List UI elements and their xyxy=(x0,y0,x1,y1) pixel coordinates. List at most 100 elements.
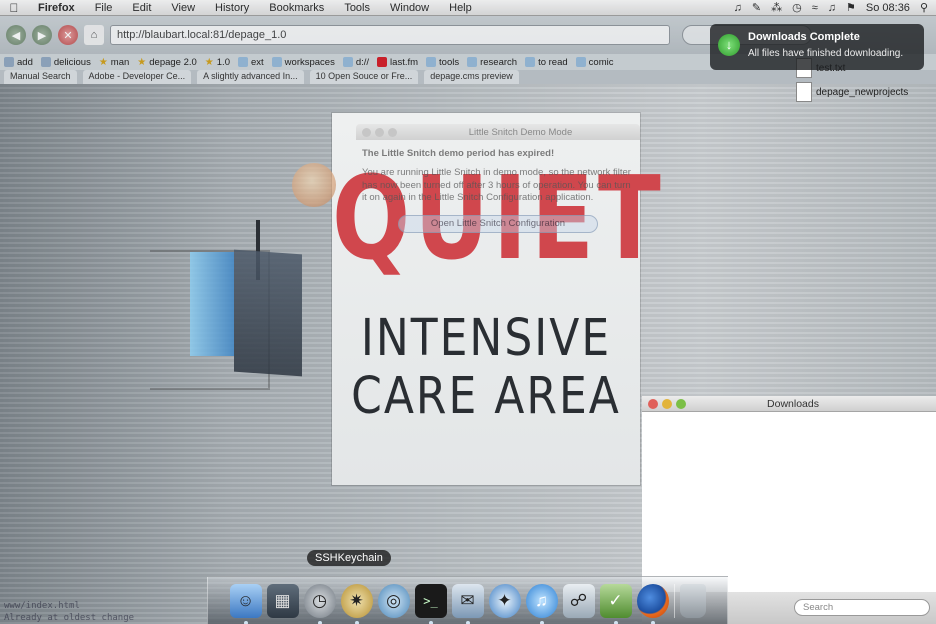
flag-icon[interactable]: ⚑ xyxy=(846,1,856,14)
menu-view[interactable]: View xyxy=(161,2,205,14)
bookmark-label: d:// xyxy=(355,56,370,68)
firefox-icon[interactable] xyxy=(636,583,669,624)
dialog-titlebar: Little Snitch Demo Mode xyxy=(356,124,640,140)
bookmark-label: add xyxy=(17,56,33,68)
notification-message: All files have finished downloading. xyxy=(748,48,904,59)
tab-open-source[interactable]: 10 Open Souce or Fre... xyxy=(309,70,419,84)
bluetooth-icon[interactable]: ⁂ xyxy=(771,1,782,14)
folder-icon xyxy=(467,57,478,67)
back-button[interactable]: ◀ xyxy=(6,25,26,45)
menu-tools[interactable]: Tools xyxy=(334,2,380,14)
document-icon xyxy=(796,82,812,102)
downloads-titlebar: Downloads xyxy=(642,396,936,412)
zoom-icon[interactable] xyxy=(388,127,397,137)
tab-manual-search[interactable]: Manual Search xyxy=(4,70,77,84)
bookmark-d[interactable]: d:// xyxy=(342,56,370,68)
star-icon: ★ xyxy=(98,56,108,68)
star-icon: ★ xyxy=(137,56,147,68)
checkmark-icon xyxy=(4,57,14,67)
apple-menu-icon[interactable]:  xyxy=(0,1,28,15)
terminal-icon[interactable]: >_ xyxy=(414,583,447,624)
menu-history[interactable]: History xyxy=(205,2,259,14)
zoom-icon[interactable] xyxy=(676,398,686,409)
bookmark-research[interactable]: research xyxy=(467,57,517,68)
bookmark-man[interactable]: ★ man xyxy=(99,57,129,68)
dashboard-icon[interactable]: ▦ xyxy=(266,583,299,618)
bookmark-to-read[interactable]: to read xyxy=(525,57,568,68)
dialog-message: You are running Little Snitch in demo mo… xyxy=(362,166,631,204)
finder-icon[interactable]: ☺ xyxy=(229,583,262,624)
home-button[interactable]: ⌂ xyxy=(84,25,104,45)
open-configuration-button[interactable]: Open Little Snitch Configuration xyxy=(398,215,598,234)
stop-button[interactable]: ✕ xyxy=(58,25,78,45)
bookmark-lastfm[interactable]: last.fm xyxy=(377,57,418,68)
trash-icon[interactable] xyxy=(679,583,706,618)
forward-button[interactable]: ▶ xyxy=(32,25,52,45)
close-icon[interactable] xyxy=(362,127,371,137)
mail-icon[interactable]: ✉ xyxy=(451,583,484,624)
folder-icon xyxy=(426,57,437,67)
spotlight-icon[interactable]: ⚲ xyxy=(920,1,928,14)
cube-face-light xyxy=(190,252,234,356)
disk-icon[interactable]: ◎ xyxy=(377,583,410,618)
bookmark-label: to read xyxy=(538,56,568,68)
desktop-file-depage-newprojects[interactable]: depage_newprojects xyxy=(796,82,908,102)
download-arrow-icon: ↓ xyxy=(718,34,740,56)
bookmark-ext[interactable]: ext xyxy=(237,56,264,68)
bookmark-depage-2[interactable]: ★ depage 2.0 xyxy=(137,57,197,68)
bookmark-label: ext xyxy=(250,56,264,68)
bookmark-delicious[interactable]: delicious xyxy=(40,56,91,68)
volume-icon[interactable]: ♫ xyxy=(828,2,836,14)
bookmark-tools[interactable]: tools xyxy=(426,57,459,68)
bookmark-comic[interactable]: comic xyxy=(575,56,614,68)
little-snitch-dialog: Little Snitch Demo Mode The Little Snitc… xyxy=(356,124,640,274)
bookmark-workspaces[interactable]: workspaces xyxy=(271,56,335,68)
bookmark-add[interactable]: add xyxy=(4,57,33,68)
time-machine-icon[interactable]: ◷ xyxy=(303,583,336,624)
bookmark-1-0[interactable]: ★ 1.0 xyxy=(205,57,230,68)
bookmark-label: comic xyxy=(588,56,614,68)
textmate-icon[interactable]: ✓ xyxy=(599,583,632,624)
url-bar[interactable]: http://blaubart.local:81/depage_1.0 xyxy=(110,25,670,45)
time-machine-menu-icon[interactable]: ◷ xyxy=(792,1,802,14)
download-notification[interactable]: ↓ Downloads Complete All files have fini… xyxy=(710,24,924,70)
bookmark-label: last.fm xyxy=(390,56,419,68)
sshkeychain-icon[interactable]: ✷ xyxy=(340,583,373,624)
downloads-search-input[interactable]: Search xyxy=(794,599,930,616)
menu-bar:  Firefox File Edit View History Bookmar… xyxy=(0,0,936,16)
script-icon[interactable]: ✎ xyxy=(752,1,761,14)
dialog-body: The Little Snitch demo period has expire… xyxy=(356,140,640,241)
menu-bookmarks[interactable]: Bookmarks xyxy=(259,2,334,14)
dock-separator xyxy=(673,583,675,618)
tab-advanced[interactable]: A slightly advanced In... xyxy=(197,70,304,84)
tab-depage-preview[interactable]: depage.cms preview xyxy=(424,70,519,84)
cube-face-dark xyxy=(234,249,302,377)
dock: ☺ ▦ ◷ ✷ ◎ >_ ✉ ✦ ♫ ☍ ✓ xyxy=(207,576,728,624)
menu-help[interactable]: Help xyxy=(439,2,482,14)
preview-icon[interactable]: ☍ xyxy=(562,583,595,618)
bookmark-label: delicious xyxy=(53,56,91,68)
bookmark-label: man xyxy=(110,56,130,68)
folder-icon xyxy=(525,57,536,67)
itunes-icon[interactable]: ♫ xyxy=(525,583,558,624)
menu-clock[interactable]: So 08:36 xyxy=(866,2,910,14)
minimize-icon[interactable] xyxy=(375,127,384,137)
cube-photo xyxy=(190,220,302,377)
wifi-icon[interactable]: ≈ xyxy=(812,2,818,14)
menu-edit[interactable]: Edit xyxy=(122,2,161,14)
safari-icon[interactable]: ✦ xyxy=(488,583,521,618)
close-icon[interactable] xyxy=(648,398,658,409)
menu-app-name[interactable]: Firefox xyxy=(28,2,85,14)
menu-window[interactable]: Window xyxy=(380,2,439,14)
minimize-icon[interactable] xyxy=(662,398,672,409)
sign-line-care-area: CARE AREA xyxy=(351,367,621,426)
tab-adobe[interactable]: Adobe - Developer Ce... xyxy=(82,70,192,84)
dialog-heading: The Little Snitch demo period has expire… xyxy=(362,148,555,159)
music-note-icon[interactable]: ♫ xyxy=(734,2,742,14)
sign-line-intensive: INTENSIVE xyxy=(360,309,612,368)
desktop-file-label: depage_newprojects xyxy=(816,86,909,98)
bookmark-label: workspaces xyxy=(284,56,335,68)
downloads-title: Downloads xyxy=(767,397,819,410)
status-line-message: Already at oldest change xyxy=(4,613,135,623)
menu-file[interactable]: File xyxy=(85,2,123,14)
